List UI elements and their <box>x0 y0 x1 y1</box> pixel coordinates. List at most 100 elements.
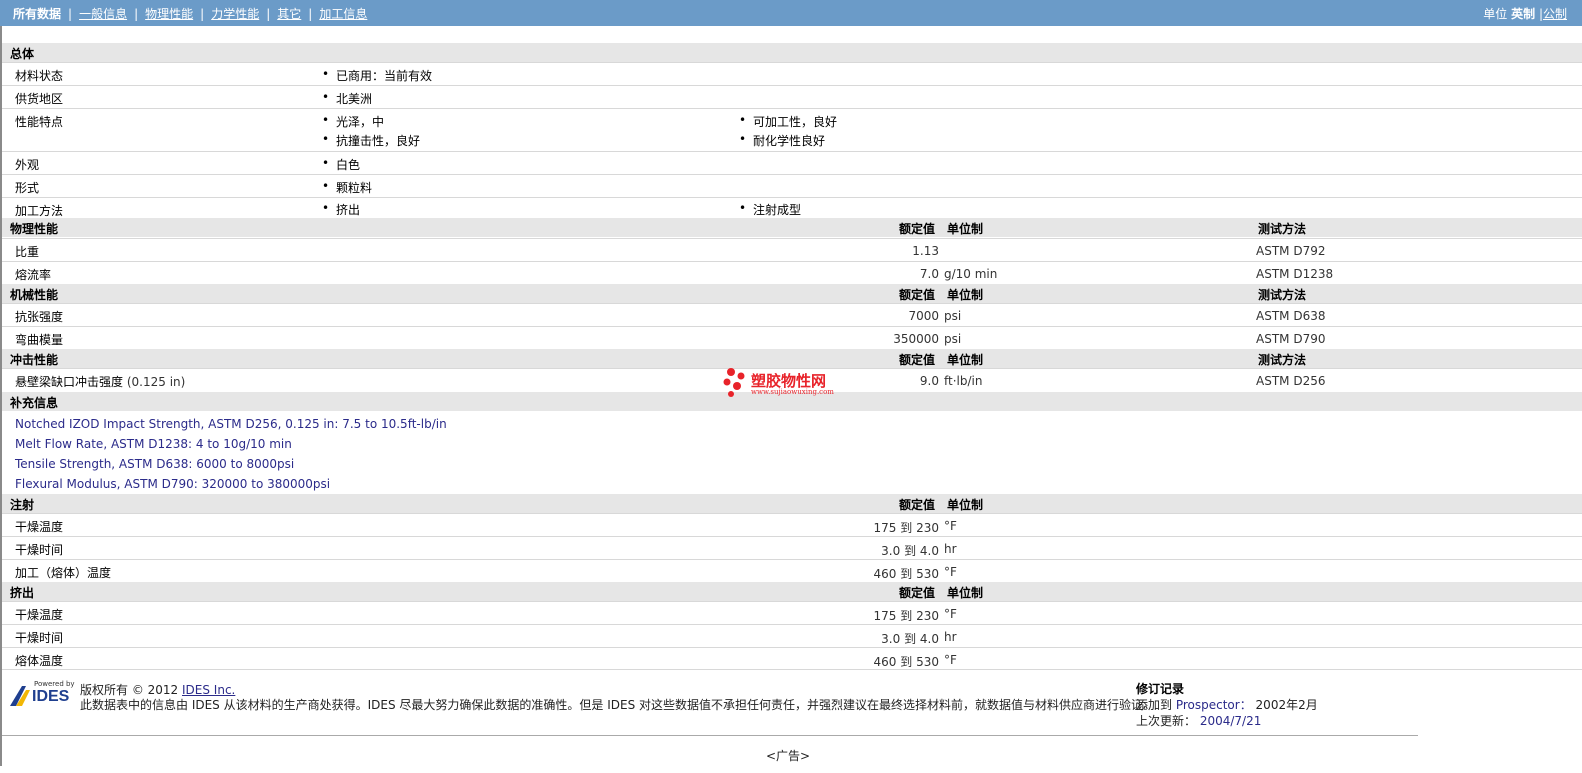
general-row: 材料状态 已商用：当前有效 <box>2 62 1582 85</box>
property-row: 比重 1.13 ASTM D792 <box>2 238 1582 261</box>
row-value: 1.13 <box>912 244 939 258</box>
col-nominal: 额定值 <box>899 353 936 367</box>
unit-imperial[interactable]: 英制 <box>1511 7 1535 21</box>
range-to: 4.0 <box>919 544 939 558</box>
range-to: 230 <box>916 521 939 535</box>
unit-switcher: 单位 英制 |公制 <box>1483 5 1567 22</box>
general-row: 形式 颗粒料 <box>2 174 1582 197</box>
ad-placeholder[interactable]: <广告> <box>766 747 810 764</box>
tab-general-info[interactable]: 一般信息 <box>79 7 127 21</box>
row-unit: °F <box>944 607 957 621</box>
row-label-suffix: (0.125 in) <box>126 375 186 389</box>
row-test-method: ASTM D638 <box>1256 309 1326 323</box>
row-unit: hr <box>944 542 957 556</box>
tab-mechanical[interactable]: 力学性能 <box>211 7 259 21</box>
row-value: 注射成型 <box>739 201 801 218</box>
section-physical-header: 物理性能 额定值 单位制 测试方法 <box>2 218 1582 237</box>
section-title: 物理性能 <box>10 222 59 236</box>
row-label: 干燥时间 <box>15 543 64 557</box>
company-link[interactable]: IDES Inc. <box>182 683 235 697</box>
row-test-method: ASTM D256 <box>1256 374 1326 388</box>
tab-separator: | <box>200 7 205 21</box>
supplement-note: Tensile Strength, ASTM D638: 6000 to 800… <box>15 457 295 471</box>
ides-logo[interactable]: Powered by IDES <box>8 680 75 708</box>
process-row: 干燥时间 3.0 到 4.0 hr <box>2 536 1582 559</box>
range-to: 530 <box>916 567 939 581</box>
row-value: 耐化学性良好 <box>739 132 825 149</box>
row-value: 北美洲 <box>322 90 372 107</box>
logo-text: IDES <box>32 688 70 705</box>
updated-label: 上次更新： <box>1136 714 1197 728</box>
row-value: 挤出 <box>322 201 360 218</box>
row-value: 抗撞击性，良好 <box>322 132 420 149</box>
section-extrusion-header: 挤出 额定值 单位制 <box>2 582 1582 601</box>
col-nominal: 额定值 <box>899 222 936 236</box>
range-from: 460 <box>873 567 897 581</box>
tab-physical[interactable]: 物理性能 <box>145 7 193 21</box>
row-value: 白色 <box>322 156 360 173</box>
row-range: 175 到 230 <box>874 519 939 536</box>
col-test: 测试方法 <box>1258 288 1307 302</box>
row-label: 供货地区 <box>15 92 64 106</box>
top-nav-bar: 所有数据 | 一般信息 | 物理性能 | 力学性能 | 其它 | 加工信息 单位 英制 |公制 <box>0 0 1582 26</box>
range-from: 175 <box>873 609 897 623</box>
watermark-dots-icon <box>723 368 745 397</box>
row-unit: psi <box>944 309 962 323</box>
tab-processing[interactable]: 加工信息 <box>319 7 367 21</box>
range-from: 3.0 <box>881 544 901 558</box>
process-row: 熔体温度 460 到 530 °F <box>2 647 1582 670</box>
unit-metric[interactable]: 公制 <box>1543 7 1567 21</box>
row-test-method: ASTM D790 <box>1256 332 1326 346</box>
row-unit: °F <box>944 519 957 533</box>
row-test-method: ASTM D792 <box>1256 244 1326 258</box>
row-value: 可加工性，良好 <box>739 113 837 130</box>
col-nominal: 额定值 <box>899 288 936 302</box>
range-to: 4.0 <box>919 632 939 646</box>
watermark-url: www.sujiaowuxing.com <box>751 388 834 396</box>
row-label: 悬壁梁缺口冲击强度 (0.125 in) <box>15 373 185 390</box>
col-nominal: 额定值 <box>899 498 936 512</box>
row-value: 7.0 <box>919 267 939 281</box>
row-label: 加工（熔体）温度 <box>15 566 112 580</box>
section-title: 冲击性能 <box>10 353 59 367</box>
row-unit: hr <box>944 630 957 644</box>
section-injection-header: 注射 额定值 单位制 <box>2 494 1582 513</box>
supplement-note: Notched IZOD Impact Strength, ASTM D256,… <box>15 417 447 431</box>
section-title: 挤出 <box>10 586 35 600</box>
tab-separator: | <box>134 7 139 21</box>
process-row: 干燥时间 3.0 到 4.0 hr <box>2 624 1582 647</box>
supplement-note: Flexural Modulus, ASTM D790: 320000 to 3… <box>15 477 331 491</box>
general-row: 供货地区 北美洲 <box>2 85 1582 108</box>
row-label: 抗张强度 <box>15 310 64 324</box>
process-row: 干燥温度 175 到 230 °F <box>2 601 1582 624</box>
row-label: 干燥时间 <box>15 631 64 645</box>
row-label: 加工方法 <box>15 204 64 218</box>
col-unit: 单位制 <box>947 498 984 512</box>
row-label: 熔流率 <box>15 268 52 282</box>
col-nominal: 额定值 <box>899 586 936 600</box>
general-row: 外观 白色 <box>2 151 1582 174</box>
row-label: 比重 <box>15 245 40 259</box>
process-row: 加工（熔体）温度 460 到 530 °F <box>2 559 1582 582</box>
supplement-note: Melt Flow Rate, ASTM D1238: 4 to 10g/10 … <box>15 437 292 451</box>
row-value: 7000 <box>908 309 939 323</box>
row-value: 光泽，中 <box>322 113 384 130</box>
added-target: Prospector： <box>1175 698 1252 712</box>
general-row: 加工方法 挤出 注射成型 <box>2 197 1582 218</box>
tab-other[interactable]: 其它 <box>277 7 301 21</box>
updated-date: 2004/7/21 <box>1199 714 1262 728</box>
row-value: 已商用：当前有效 <box>322 67 432 84</box>
col-test: 测试方法 <box>1258 353 1307 367</box>
row-unit: g/10 min <box>944 267 998 281</box>
tab-all-data[interactable]: 所有数据 <box>13 7 61 21</box>
units-label: 单位 <box>1483 7 1508 21</box>
row-range: 175 到 230 <box>874 607 939 624</box>
logo-powered-by: Powered by <box>34 680 75 688</box>
row-label-text: 悬壁梁缺口冲击强度 <box>15 375 124 389</box>
row-label: 性能特点 <box>15 115 64 129</box>
property-row: 抗张强度 7000 psi ASTM D638 <box>2 303 1582 326</box>
revision-added: 添加到 Prospector： 2002年2月 <box>1136 696 1318 713</box>
range-to-word: 到 <box>904 544 917 558</box>
row-label: 外观 <box>15 158 40 172</box>
range-to-word: 到 <box>900 567 913 581</box>
